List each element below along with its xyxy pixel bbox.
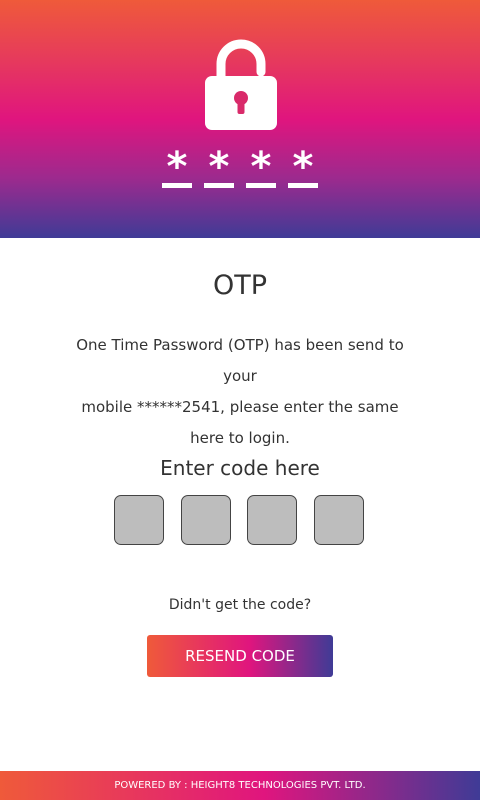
underline-1 (162, 183, 192, 188)
otp-code-inputs (114, 495, 366, 547)
description-line: mobile ******2541, please enter the same (81, 398, 399, 416)
underline-2 (204, 183, 234, 188)
otp-digit-1[interactable] (114, 495, 164, 545)
underline-4 (288, 183, 318, 188)
didnt-get-code-label: Didn't get the code? (168, 597, 312, 613)
otp-digit-4[interactable] (314, 495, 364, 545)
page-title: OTP (212, 270, 268, 301)
footer-bar: POWERED BY : HEIGHT8 TECHNOLOGIES PVT. L… (0, 771, 480, 800)
description-line: One Time Password (OTP) has been send to… (76, 336, 404, 385)
header-banner: * * * * (0, 0, 480, 238)
resend-code-button[interactable]: RESEND CODE (147, 635, 333, 677)
otp-digit-3[interactable] (247, 495, 297, 545)
otp-description: One Time Password (OTP) has been send to… (70, 330, 410, 454)
description-line: here to login. (190, 429, 290, 447)
password-stars: * * * * (162, 146, 318, 190)
underline-3 (246, 183, 276, 188)
lock-icon (205, 39, 277, 130)
otp-digit-2[interactable] (181, 495, 231, 545)
enter-code-label: Enter code here (160, 456, 320, 480)
